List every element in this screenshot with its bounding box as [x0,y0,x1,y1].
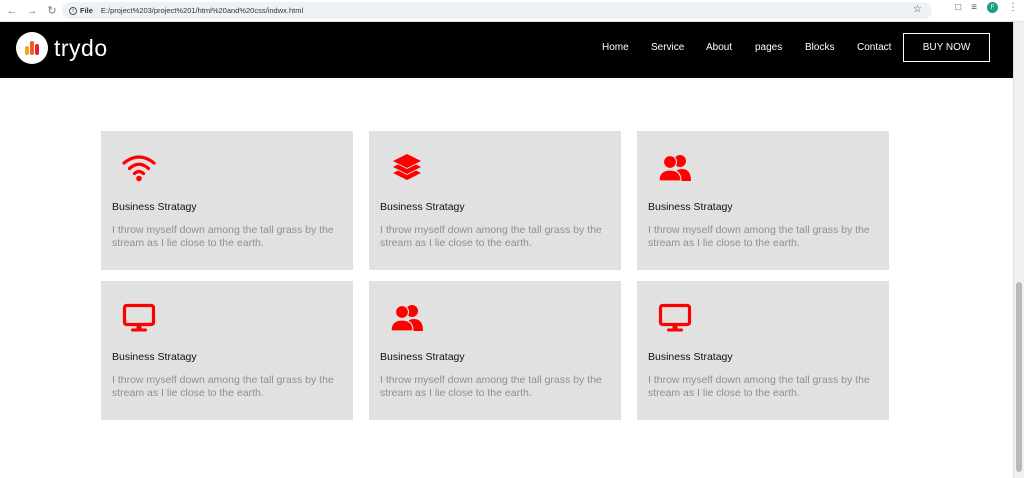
buy-now-button[interactable]: BUY NOW [903,33,990,62]
card-description: I throw myself down among the tall grass… [112,224,334,249]
card-title: Business Stratagy [112,351,197,363]
logo-text: trydo [54,34,108,61]
nav-home[interactable]: Home [602,42,629,53]
logo[interactable]: trydo [16,32,108,64]
card-description: I throw myself down among the tall grass… [648,224,870,249]
monitor-icon [658,303,692,332]
page-scrollbar[interactable] [1013,22,1024,478]
extensions-icon[interactable]: □ [955,2,961,13]
info-icon[interactable]: i [69,6,77,15]
nav-blocks[interactable]: Blocks [805,42,834,53]
nav-about[interactable]: About [706,42,732,53]
service-card[interactable]: Business Stratagy I throw myself down am… [369,131,621,270]
menu-icon[interactable]: ⋮ [1008,2,1018,13]
card-title: Business Stratagy [380,351,465,363]
users-icon [390,304,423,332]
card-description: I throw myself down among the tall grass… [648,374,870,399]
service-card[interactable]: Business Stratagy I throw myself down am… [369,281,621,420]
forward-icon[interactable]: → [22,1,42,21]
back-icon[interactable]: ← [2,1,22,21]
card-description: I throw myself down among the tall grass… [112,374,334,399]
scrollbar-thumb[interactable] [1016,282,1022,472]
card-description: I throw myself down among the tall grass… [380,224,602,249]
address-bar[interactable]: i File E:/project%203/project%201/html%2… [62,2,932,19]
wifi-icon [122,155,156,182]
nav-service[interactable]: Service [651,42,684,53]
card-title: Business Stratagy [380,201,465,213]
bookmark-star-icon[interactable]: ☆ [913,4,922,15]
service-card[interactable]: Business Stratagy I throw myself down am… [637,281,889,420]
layers-icon [393,154,421,180]
card-title: Business Stratagy [112,201,197,213]
card-title: Business Stratagy [648,351,733,363]
service-card[interactable]: Business Stratagy I throw myself down am… [637,131,889,270]
site-header: trydo Home Service About pages Blocks Co… [0,22,1013,78]
browser-actions: □ ≡ F ⋮ [955,2,1018,13]
monitor-icon [122,303,156,332]
url-text[interactable]: E:/project%203/project%201/html%20and%20… [101,6,303,15]
browser-toolbar: ← → ↻ i File E:/project%203/project%201/… [0,0,1024,22]
nav-contact[interactable]: Contact [857,42,891,53]
service-card[interactable]: Business Stratagy I throw myself down am… [101,131,353,270]
card-title: Business Stratagy [648,201,733,213]
users-icon [658,154,691,182]
media-icon[interactable]: ≡ [971,2,977,13]
service-card[interactable]: Business Stratagy I throw myself down am… [101,281,353,420]
logo-icon [16,32,48,64]
nav-pages[interactable]: pages [755,42,782,53]
reload-icon[interactable]: ↻ [42,1,62,21]
avatar[interactable]: F [987,2,998,13]
file-label: File [80,6,93,15]
card-description: I throw myself down among the tall grass… [380,374,602,399]
